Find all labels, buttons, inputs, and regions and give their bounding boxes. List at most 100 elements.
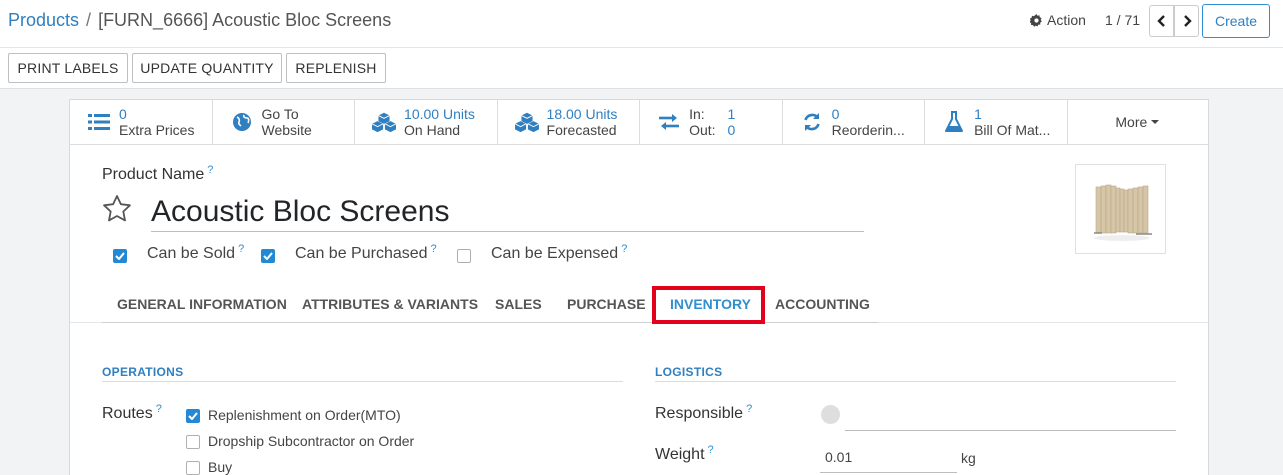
forecasted-button[interactable]: 18.00 Units Forecasted (498, 100, 641, 144)
routes-label-text: Routes (102, 405, 153, 422)
breadcrumb-current: [FURN_6666] Acoustic Bloc Screens (98, 10, 392, 30)
route-buy-checkbox[interactable] (186, 461, 200, 475)
star-icon[interactable] (102, 194, 132, 224)
extra-prices-count: 0 (119, 106, 127, 122)
route-dropship-label: Dropship Subcontractor on Order (208, 433, 415, 449)
help-icon[interactable]: ? (746, 403, 752, 415)
route-mto-label: Replenishment on Order(MTO) (208, 407, 401, 423)
on-hand-button[interactable]: 10.00 Units On Hand (355, 100, 498, 144)
can-be-expensed-label: Can be Expensed? (491, 243, 627, 263)
weight-label-text: Weight (655, 446, 705, 463)
can-be-purchased-text: Can be Purchased (295, 245, 428, 262)
help-icon[interactable]: ? (156, 403, 162, 415)
refresh-icon (800, 111, 824, 133)
tab-inventory[interactable]: INVENTORY (670, 296, 751, 312)
cubes-icon (514, 111, 539, 133)
tab-purchase[interactable]: PURCHASE (567, 296, 646, 312)
can-be-expensed-checkbox[interactable] (457, 249, 471, 263)
print-labels-button[interactable]: PRINT LABELS (8, 53, 128, 83)
bill-of-materials-button[interactable]: 1 Bill Of Mat... (925, 100, 1068, 144)
weight-unit: kg (961, 450, 976, 466)
product-name-label: Product Name? (102, 164, 213, 184)
responsible-label-text: Responsible (655, 405, 744, 422)
exchange-icon (657, 111, 681, 133)
action-label: Action (1047, 12, 1086, 28)
can-be-expensed-text: Can be Expensed (491, 245, 619, 262)
bom-label: Bill Of Mat... (974, 122, 1051, 138)
breadcrumb-products-link[interactable]: Products (8, 10, 79, 30)
globe-icon (230, 111, 254, 133)
forecasted-value: 18.00 Units (546, 106, 618, 122)
routes-label: Routes? (102, 403, 162, 423)
weight-input[interactable]: 0.01 (825, 449, 955, 471)
breadcrumb-separator: / (86, 10, 92, 30)
logistics-divider (655, 381, 1176, 382)
route-mto-checkbox[interactable] (186, 409, 200, 423)
pager-value[interactable]: 1 / 71 (1105, 12, 1140, 28)
breadcrumb: Products / [FURN_6666] Acoustic Bloc Scree… (8, 10, 391, 31)
reordering-count: 0 (831, 106, 840, 122)
chevron-right-icon (1183, 15, 1192, 27)
out-label: Out: (689, 122, 716, 138)
statusbar: PRINT LABELS UPDATE QUANTITY REPLENISH (0, 47, 1283, 89)
more-label: More (1115, 114, 1148, 130)
update-quantity-button[interactable]: UPDATE QUANTITY (132, 53, 282, 83)
weight-label: Weight? (655, 444, 714, 464)
product-image[interactable] (1075, 164, 1166, 254)
forecasted-label: Forecasted (546, 122, 617, 138)
can-be-purchased-label: Can be Purchased? (295, 243, 437, 263)
route-dropship-checkbox[interactable] (186, 435, 200, 449)
list-icon (87, 111, 111, 133)
responsible-avatar (821, 405, 840, 424)
cubes-icon (372, 111, 397, 133)
reordering-label: Reorderin... (831, 122, 905, 138)
bom-count: 1 (974, 106, 982, 122)
control-panel: Products / [FURN_6666] Acoustic Bloc Scree… (0, 0, 1283, 47)
form-sheet: 0 Extra Prices Go To Website 10.00 Units On… (69, 99, 1209, 475)
website-line1: Go To (261, 106, 299, 122)
operations-section-title: OPERATIONS (102, 365, 184, 379)
help-icon[interactable]: ? (238, 243, 244, 255)
go-to-website-button[interactable]: Go To Website (213, 100, 356, 144)
extra-prices-button[interactable]: 0 Extra Prices (70, 100, 213, 144)
route-buy-label: Buy (208, 459, 233, 475)
can-be-purchased-checkbox[interactable] (261, 249, 275, 263)
operations-divider (102, 381, 623, 382)
checkmark-icon (263, 252, 273, 260)
tab-accounting[interactable]: ACCOUNTING (775, 296, 870, 312)
chevron-left-icon (1156, 15, 1165, 27)
pager-previous-button[interactable] (1149, 5, 1174, 37)
in-value: 1 (727, 106, 736, 122)
tab-attributes-variants[interactable]: ATTRIBUTES & VARIANTS (302, 296, 478, 312)
action-menu-button[interactable]: Action (1030, 12, 1086, 28)
replenish-button[interactable]: REPLENISH (286, 53, 386, 83)
more-button[interactable]: More (1068, 100, 1208, 144)
can-be-sold-text: Can be Sold (147, 245, 236, 262)
create-button[interactable]: Create (1202, 4, 1270, 38)
checkmark-icon (115, 252, 125, 260)
product-name-label-text: Product Name (102, 166, 205, 183)
reordering-rules-button[interactable]: 0 Reorderin... (783, 100, 926, 144)
help-icon[interactable]: ? (621, 243, 627, 255)
website-line2: Website (261, 122, 312, 138)
caret-down-icon (1151, 120, 1160, 124)
help-icon[interactable]: ? (708, 444, 714, 456)
can-be-sold-checkbox[interactable] (113, 249, 127, 263)
on-hand-value: 10.00 Units (404, 106, 475, 122)
out-value: 0 (727, 122, 736, 138)
flask-icon (942, 111, 966, 133)
product-name-input[interactable]: Acoustic Bloc Screens (151, 192, 864, 232)
gear-icon (1030, 13, 1042, 27)
weight-input-underline (820, 472, 957, 473)
responsible-input-underline (845, 430, 1176, 431)
in-out-button[interactable]: In: Out: 10 (640, 100, 783, 144)
responsible-input[interactable] (845, 405, 1175, 429)
help-icon[interactable]: ? (207, 164, 213, 176)
help-icon[interactable]: ? (431, 243, 437, 255)
tab-general-information[interactable]: GENERAL INFORMATION (117, 296, 287, 312)
responsible-label: Responsible? (655, 403, 752, 423)
pager-next-button[interactable] (1174, 5, 1199, 37)
tab-sales[interactable]: SALES (495, 296, 542, 312)
in-label: In: (689, 106, 705, 122)
smart-button-box: 0 Extra Prices Go To Website 10.00 Units On… (70, 100, 1208, 145)
